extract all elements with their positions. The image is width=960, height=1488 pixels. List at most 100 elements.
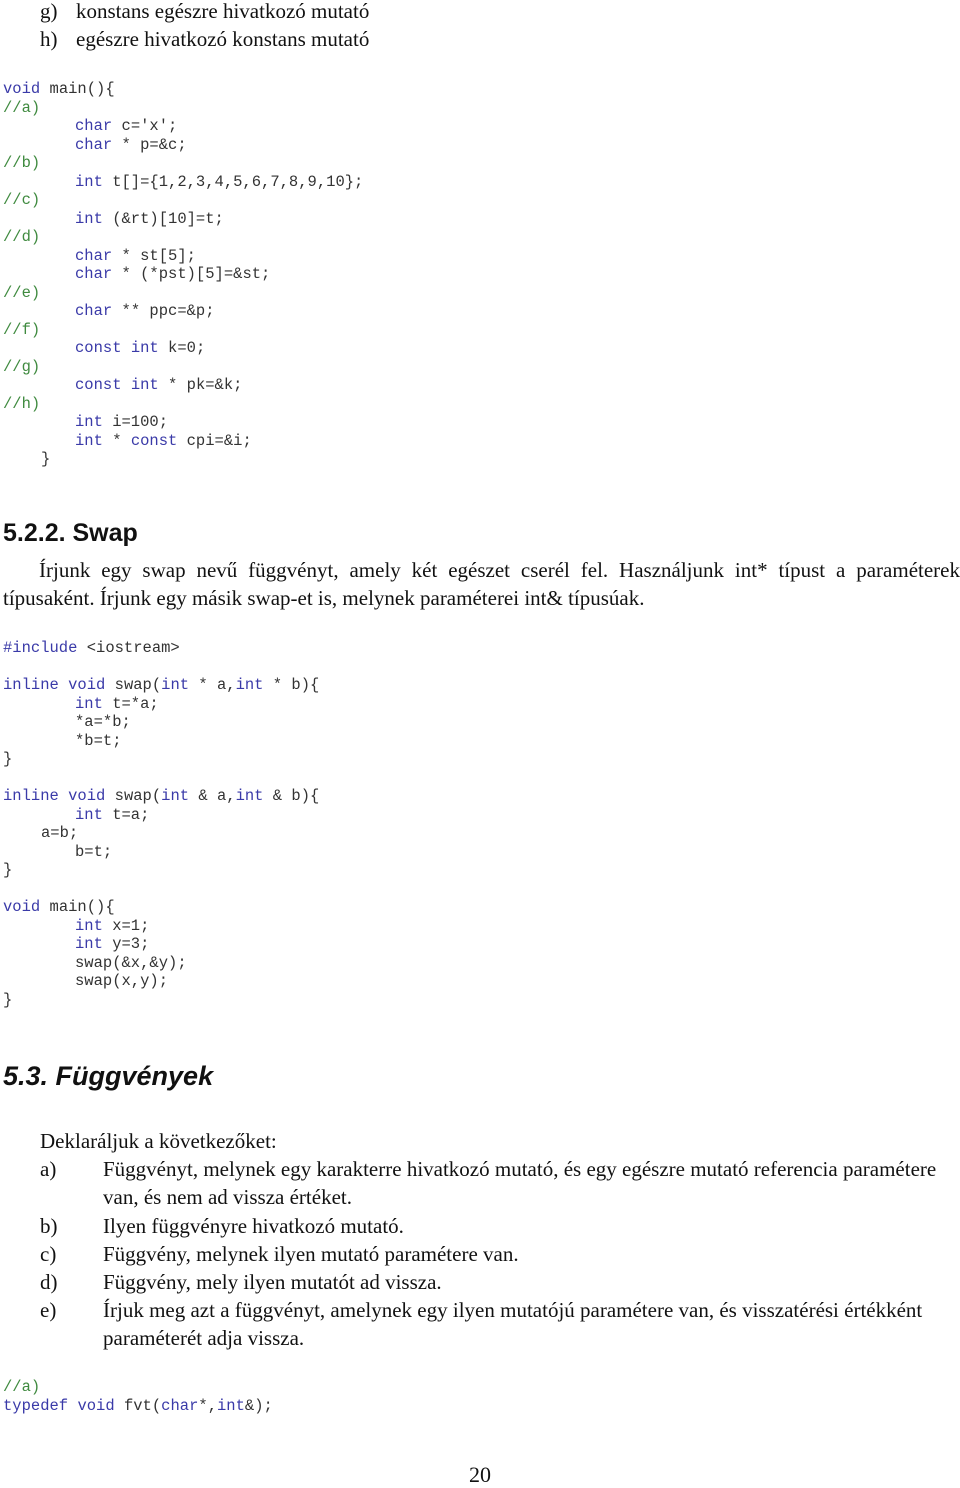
code-keyword: char	[75, 246, 113, 265]
code-line: //f)	[3, 321, 363, 340]
code-text: * a,	[189, 676, 236, 694]
paragraph-text: Írjunk egy swap nevű függvényt, amely ké…	[3, 558, 960, 610]
section-heading-functions: 5.3. Függvények	[3, 1061, 214, 1091]
code-line: int t[]={1,2,3,4,5,6,7,8,9,10};	[3, 173, 363, 192]
code-line: inline void swap(int * a,int * b){	[3, 676, 319, 695]
code-preprocessor: #include	[3, 639, 78, 657]
list-item-g: g) konstans egészre hivatkozó mutató	[0, 0, 960, 25]
page-number: 20	[469, 1462, 491, 1487]
section-heading-swap: 5.2.2. Swap	[3, 519, 138, 547]
list-text: Függvényt, melynek egy karakterre hivatk…	[103, 1157, 937, 1209]
code-text: t=*a;	[102, 694, 159, 713]
code-line: a=b;	[3, 824, 319, 843]
code-line: int t=*a;	[3, 695, 319, 714]
code-line: //e)	[3, 284, 363, 303]
code-comment: //b)	[3, 154, 41, 172]
code-line: inline void swap(int & a,int & b){	[3, 787, 319, 806]
code-keyword: void	[68, 676, 106, 694]
code-keyword: int	[130, 376, 159, 394]
code-line: *a=*b;	[3, 713, 319, 732]
code-keyword: int	[235, 787, 264, 805]
code-line: int y=3;	[3, 935, 319, 954]
list-text: konstans egészre hivatkozó mutató	[76, 0, 370, 23]
code-line: const int * pk=&k;	[3, 376, 363, 395]
code-text: * p=&c;	[112, 135, 187, 154]
code-keyword: char	[75, 117, 113, 135]
code-text: *b=t;	[75, 731, 122, 750]
code-text: swap(	[105, 787, 162, 805]
code-line: //c)	[3, 191, 363, 210]
code-line: //a)	[3, 1378, 273, 1397]
code-line: int t=a;	[3, 806, 319, 825]
code-text: }	[3, 861, 13, 879]
code-keyword: inline	[3, 676, 59, 694]
list-label: h)	[40, 27, 58, 51]
code-comment: //c)	[3, 191, 41, 209]
code-keyword: void	[68, 787, 106, 805]
list-text: Ilyen függvényre hivatkozó mutató.	[103, 1214, 404, 1238]
code-text: fvt(	[114, 1396, 162, 1415]
code-line: *b=t;	[3, 732, 319, 751]
list-label: d)	[40, 1270, 58, 1294]
code-line: int * const cpi=&i;	[3, 432, 363, 451]
code-keyword: int	[75, 209, 103, 228]
code-keyword: const	[130, 431, 178, 450]
code-line: #include <iostream>	[3, 639, 319, 658]
code-line: }	[3, 750, 319, 769]
list-item-h: h) egészre hivatkozó konstans mutató	[0, 25, 960, 53]
code-text: cpi=&i;	[177, 431, 252, 450]
code-line: swap(&x,&y);	[3, 954, 319, 973]
code-text: t[]={1,2,3,4,5,6,7,8,9,10};	[102, 172, 364, 191]
code-text: main(){	[40, 80, 115, 98]
list-label: e)	[40, 1298, 57, 1322]
code-keyword: int	[75, 694, 103, 713]
code-text: swap(	[105, 676, 162, 694]
code-keyword: void	[3, 898, 41, 916]
code-keyword: const	[75, 376, 122, 394]
code-keyword: int	[75, 916, 103, 935]
code-line: //a)	[3, 99, 363, 118]
functions-intro: Deklaráljuk a következőket:	[40, 1129, 277, 1153]
code-keyword: char	[75, 302, 113, 320]
code-text: x=1;	[102, 916, 150, 935]
code-line: b=t;	[3, 843, 319, 862]
code-line: char c='x';	[3, 117, 363, 136]
code-text: &);	[244, 1396, 273, 1415]
code-comment: //d)	[3, 228, 41, 246]
list-label: b)	[40, 1214, 58, 1238]
code-text: swap(x,y);	[75, 972, 169, 990]
code-line: const int k=0;	[3, 339, 363, 358]
code-keyword: int	[75, 413, 103, 431]
code-text: a=b;	[41, 824, 79, 842]
code-line: typedef void fvt(char*,int&);	[3, 1397, 273, 1416]
code-keyword: char	[161, 1396, 199, 1415]
code-text: t=a;	[102, 805, 150, 824]
code-keyword: int	[217, 1396, 245, 1415]
code-text: }	[41, 450, 51, 468]
code-line: void main(){	[3, 80, 363, 99]
code-line: //h)	[3, 395, 363, 414]
code-line: }	[3, 861, 319, 880]
code-text: c='x';	[112, 117, 178, 135]
code-text: y=3;	[102, 935, 150, 953]
code-keyword: int	[75, 935, 103, 953]
list-label: a)	[40, 1157, 57, 1181]
code-line: }	[3, 450, 363, 469]
list-text: egészre hivatkozó konstans mutató	[76, 27, 370, 51]
list-label: g)	[40, 0, 58, 23]
code-comment: //e)	[3, 283, 41, 302]
code-text: swap(&x,&y);	[75, 953, 187, 972]
code-keyword: inline	[3, 787, 59, 805]
code-block-swap: #include <iostream> inline void swap(int …	[3, 639, 319, 1009]
code-keyword: int	[75, 805, 103, 824]
code-line: char * st[5];	[3, 247, 363, 266]
code-text: *	[102, 431, 131, 450]
list-label: c)	[40, 1242, 57, 1266]
code-text: i=100;	[102, 413, 169, 431]
code-keyword: typedef	[3, 1396, 69, 1415]
code-keyword: int	[75, 172, 103, 191]
